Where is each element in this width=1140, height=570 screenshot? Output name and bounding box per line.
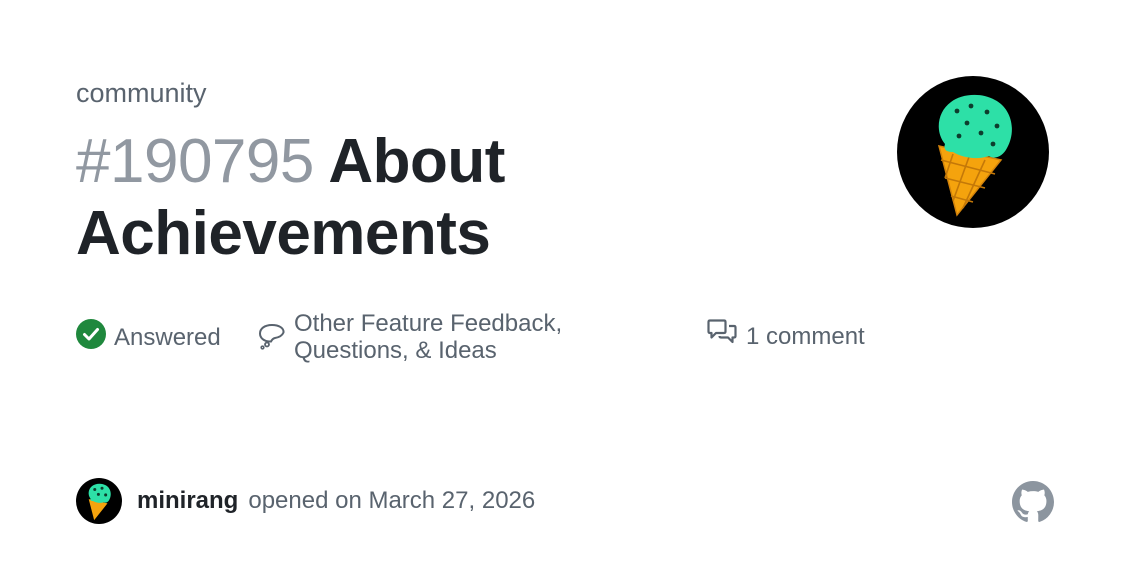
author-username[interactable]: minirang <box>137 487 238 515</box>
opened-date: opened on March 27, 2026 <box>248 487 536 514</box>
comment-count-label: 1 comment <box>746 322 865 350</box>
category-label-line-1: Other Feature Feedback, <box>294 310 563 337</box>
status-label: Answered <box>114 323 221 351</box>
comment-discussion-icon <box>706 319 738 354</box>
comment-count[interactable]: 1 comment <box>706 319 865 354</box>
ice-cream-cone-icon <box>937 94 1012 217</box>
author-line: minirang opened on March 27, 2026 <box>76 478 535 524</box>
discussion-meta: Answered Other Feature Feedback, Questio… <box>76 310 1140 366</box>
thought-bubble-icon <box>258 322 286 356</box>
author-avatar[interactable] <box>76 478 122 524</box>
category-label: Other Feature Feedback, Questions, & Ide… <box>294 310 562 364</box>
discussion-category[interactable]: Other Feature Feedback, Questions, & Ide… <box>258 310 562 364</box>
repo-avatar <box>897 76 1049 228</box>
github-mark-icon <box>1012 481 1054 523</box>
category-label-line-2: Questions, & Ideas <box>294 337 497 364</box>
ice-cream-cone-icon <box>88 483 111 521</box>
discussion-number: #190795 <box>76 127 314 196</box>
discussion-title-heading: #190795 About Achievements <box>76 126 716 270</box>
repo-owner[interactable]: community <box>76 76 207 110</box>
check-circle-icon <box>76 319 106 356</box>
answered-status-badge: Answered <box>76 319 221 356</box>
